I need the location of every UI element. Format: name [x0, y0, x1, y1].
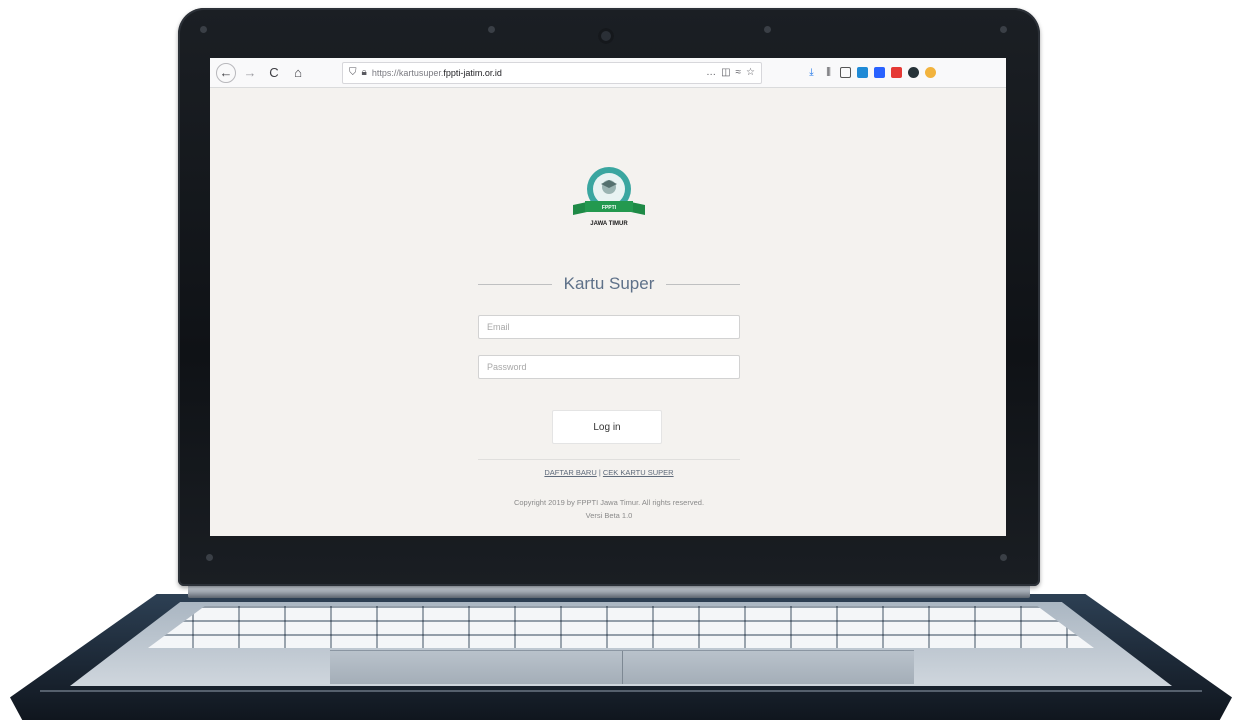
- fppti-logo: FPPTI JAWA TIMUR: [573, 167, 645, 227]
- check-card-link[interactable]: CEK KARTU SUPER: [603, 468, 674, 477]
- copyright-text: Copyright 2019 by FPPTI Jawa Timur. All …: [513, 498, 705, 507]
- title-rule-right: [666, 283, 741, 285]
- address-bar[interactable]: ⛉ 🔒︎ https://kartusuper.fppti-jatim.or.i…: [342, 61, 762, 84]
- extension-icon[interactable]: [857, 67, 868, 78]
- screw: [200, 26, 207, 33]
- browser-window: ← → C ⌂ ⛉ 🔒︎ https://kartusuper.fppti-ja…: [210, 58, 1006, 536]
- extensions-toolbar: ⤓ ⫼: [806, 67, 936, 78]
- screw: [488, 26, 495, 33]
- forward-button[interactable]: →: [240, 63, 260, 83]
- email-input[interactable]: [478, 315, 740, 339]
- bookmark-star-icon[interactable]: ☆: [746, 67, 755, 78]
- lock-icon[interactable]: 🔒︎: [362, 67, 367, 78]
- password-input[interactable]: [478, 355, 740, 379]
- version-text: Versi Beta 1.0: [585, 511, 633, 520]
- browser-toolbar: ← → C ⌂ ⛉ 🔒︎ https://kartusuper.fppti-ja…: [210, 58, 1006, 88]
- extension-icon[interactable]: [891, 67, 902, 78]
- url-domain: fppti-jatim.or.id: [443, 67, 502, 78]
- footer: Copyright 2019 by FPPTI Jawa Timur. All …: [458, 496, 760, 522]
- laptop-mockup: ← → C ⌂ ⛉ 🔒︎ https://kartusuper.fppti-ja…: [0, 0, 1242, 728]
- webcam-icon: [598, 28, 614, 44]
- title-rule-left: [478, 283, 552, 285]
- sidebar-icon[interactable]: [840, 67, 851, 78]
- login-page: FPPTI JAWA TIMUR Kartu Super Log in DAFT…: [210, 88, 1006, 536]
- ribbon-text: FPPTI: [602, 205, 617, 211]
- url-text[interactable]: https://kartusuper.fppti-jatim.or.id: [372, 68, 502, 78]
- url-prefix: https://kartusuper.: [371, 67, 444, 78]
- extension-icon[interactable]: [908, 67, 919, 78]
- pocket-icon[interactable]: ◫: [721, 67, 730, 78]
- ribbon-left: [573, 202, 587, 215]
- auth-links: DAFTAR BARU | CEK KARTU SUPER: [478, 468, 740, 477]
- download-icon[interactable]: ⤓: [806, 67, 817, 78]
- shield-icon[interactable]: ⛉: [349, 67, 357, 78]
- divider: [478, 459, 740, 460]
- extension-icon[interactable]: [925, 67, 936, 78]
- extension-icon[interactable]: [874, 67, 885, 78]
- title-row: Kartu Super: [478, 274, 741, 294]
- reader-icon[interactable]: ≈: [736, 67, 742, 78]
- register-link[interactable]: DAFTAR BARU: [544, 468, 596, 477]
- screw: [764, 26, 771, 33]
- page-actions-icon[interactable]: …: [706, 67, 716, 78]
- laptop-edge: [40, 690, 1202, 692]
- page-title: Kartu Super: [563, 274, 655, 293]
- back-button[interactable]: ←: [216, 62, 236, 83]
- library-icon[interactable]: ⫼: [823, 67, 834, 78]
- screw: [1000, 554, 1007, 561]
- logo-caption: JAWA TIMUR: [590, 221, 628, 227]
- home-button[interactable]: ⌂: [288, 63, 308, 83]
- ribbon-right: [631, 202, 645, 215]
- login-button[interactable]: Log in: [552, 410, 662, 444]
- laptop-keyboard: [148, 606, 1094, 648]
- screw: [1000, 26, 1007, 33]
- laptop-touchpad: [330, 650, 914, 684]
- reload-button[interactable]: C: [264, 63, 284, 83]
- screw: [206, 554, 213, 561]
